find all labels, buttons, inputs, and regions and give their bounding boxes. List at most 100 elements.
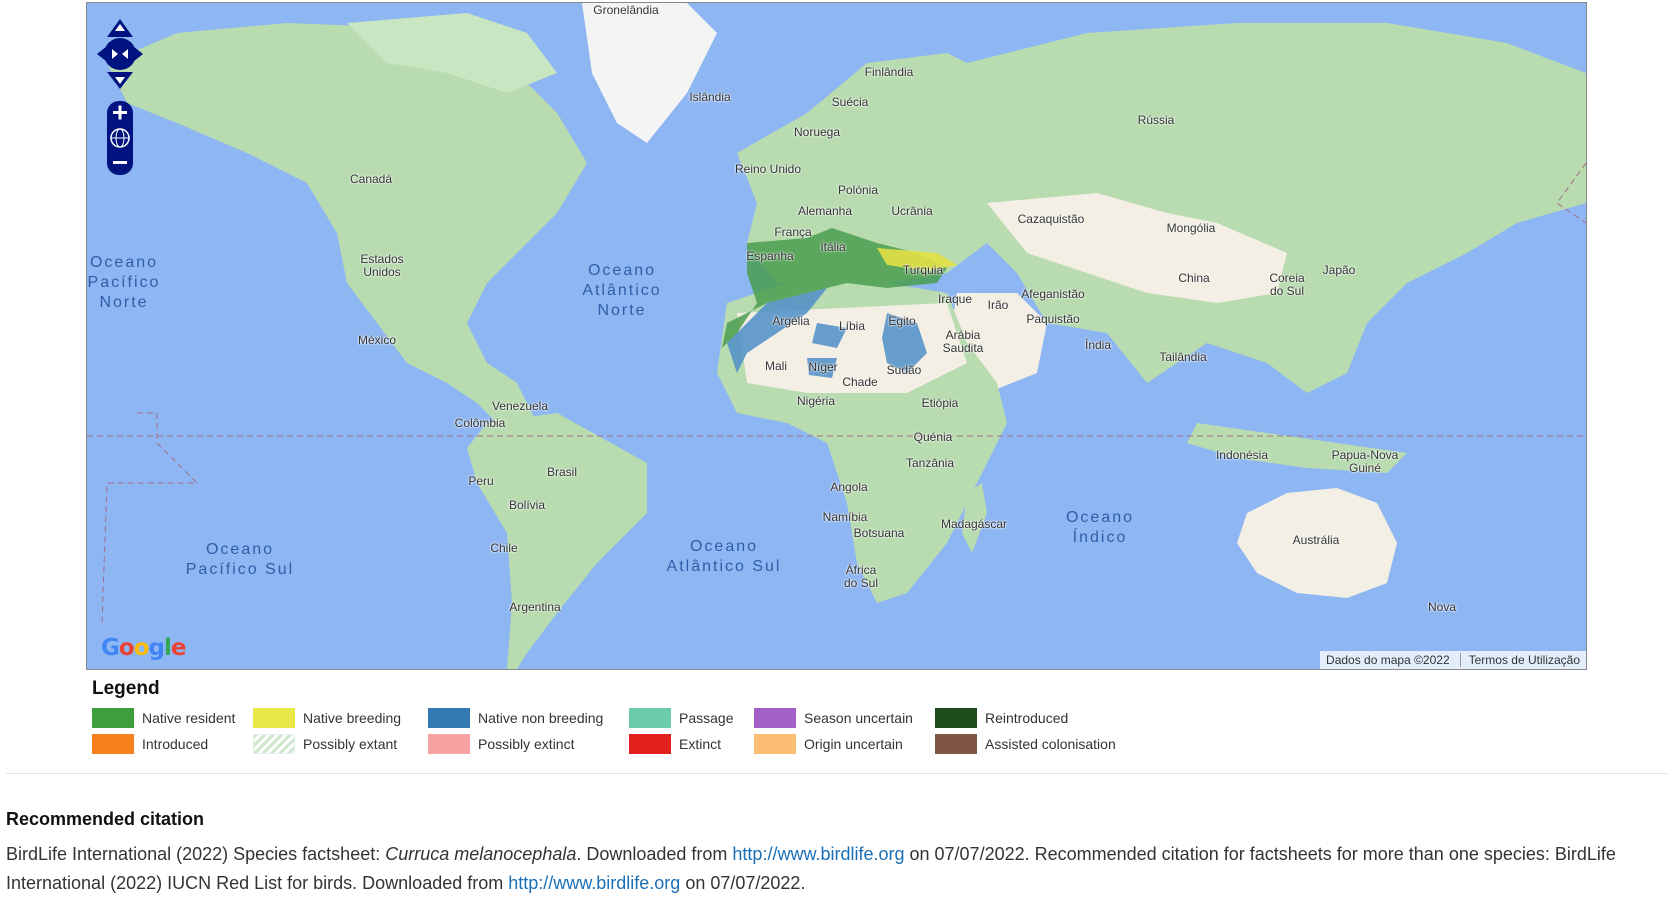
legend-swatch — [253, 708, 295, 728]
label-paquistao: Paquistão — [1026, 312, 1080, 326]
legend-item: Extinct — [629, 734, 754, 754]
legend: Legend Native resident Native breeding Nat… — [92, 678, 1135, 754]
label-mongolia: Mongólia — [1166, 221, 1216, 235]
legend-item: Possibly extant — [253, 734, 428, 754]
label-indonesia: Indonésia — [1215, 448, 1269, 462]
legend-item: Passage — [629, 708, 754, 728]
legend-label: Origin uncertain — [804, 736, 903, 752]
legend-swatch — [428, 708, 470, 728]
legend-label: Introduced — [142, 736, 209, 752]
legend-label: Extinct — [679, 736, 722, 752]
label-islandia: Islândia — [689, 90, 731, 104]
legend-swatch — [92, 734, 134, 754]
legend-swatch — [754, 708, 796, 728]
label-estados-unidos: Estados Unidos — [360, 252, 404, 279]
legend-label: Assisted colonisation — [985, 736, 1116, 752]
label-bolivia: Bolívia — [508, 498, 546, 512]
ocean-pacifico-norte: Oceano Pacífico Norte — [87, 254, 161, 311]
label-nigeria: Nigéria — [796, 394, 836, 408]
map-data-attribution[interactable]: Dados do mapa ©2022 — [1326, 653, 1450, 667]
citation-text: BirdLife International (2022) Species fa… — [6, 844, 1616, 893]
label-nova: Nova — [1427, 600, 1457, 614]
label-colombia: Colômbia — [454, 416, 506, 430]
label-angola: Angola — [830, 480, 868, 494]
label-irao: Irão — [987, 298, 1009, 312]
divider — [6, 773, 1668, 774]
label-noruega: Noruega — [793, 125, 841, 139]
legend-swatch — [253, 734, 295, 754]
label-arabia-saudita: Arábia Saudita — [942, 328, 984, 355]
legend-grid: Native resident Native breeding Native non… — [92, 708, 1135, 754]
google-logo[interactable]: Google — [101, 635, 186, 661]
legend-item: Native resident — [92, 708, 253, 728]
label-etiopia: Etiópia — [921, 396, 959, 410]
label-russia: Rússia — [1137, 113, 1175, 127]
pan-control[interactable] — [95, 17, 145, 92]
label-tanzania: Tanzânia — [905, 456, 955, 470]
label-madagascar: Madagáscar — [940, 517, 1008, 531]
label-mexico: México — [357, 333, 397, 347]
label-sudao: Sudão — [886, 363, 922, 377]
label-chade: Chade — [842, 375, 878, 389]
ocean-atlantico-sul: Oceano Atlântico Sul — [666, 538, 782, 575]
label-niger: Níger — [808, 360, 838, 374]
species-name: Curruca melanocephala — [385, 844, 577, 864]
legend-title: Legend — [92, 678, 160, 699]
legend-item: Reintroduced — [935, 708, 1135, 728]
birdlife-link-1[interactable]: http://www.birdlife.org — [732, 844, 904, 864]
label-india: Índia — [1084, 338, 1112, 352]
legend-swatch — [428, 734, 470, 754]
label-egito: Egito — [888, 314, 916, 328]
ocean-indico: Oceano Índico — [1065, 509, 1135, 546]
citation-heading: Recommended citation — [6, 809, 205, 829]
legend-label: Native non breeding — [478, 710, 604, 726]
citation-section: Recommended citation BirdLife Internatio… — [6, 809, 1671, 898]
zoom-control[interactable] — [106, 101, 134, 175]
label-china: China — [1178, 271, 1210, 285]
legend-label: Possibly extinct — [478, 736, 575, 752]
label-espanha: Espanha — [746, 249, 794, 263]
terms-link[interactable]: Termos de Utilização — [1459, 653, 1580, 667]
label-australia: Austrália — [1292, 533, 1340, 547]
label-finlandia: Finlândia — [864, 65, 914, 79]
legend-label: Season uncertain — [804, 710, 913, 726]
label-peru: Peru — [468, 474, 494, 488]
label-reino-unido: Reino Unido — [734, 162, 802, 176]
label-chile: Chile — [490, 541, 518, 555]
legend-swatch — [935, 708, 977, 728]
label-mali: Mali — [764, 359, 788, 373]
legend-swatch — [629, 708, 671, 728]
legend-label: Reintroduced — [985, 710, 1069, 726]
legend-label: Native resident — [142, 710, 236, 726]
legend-label: Possibly extant — [303, 736, 398, 752]
label-africa-do-sul: África do Sul — [843, 563, 879, 590]
label-cazaquistao: Cazaquistão — [1017, 212, 1085, 226]
label-gronelandia: Gronelândia — [593, 3, 659, 17]
label-suecia: Suécia — [831, 95, 869, 109]
legend-item: Season uncertain — [754, 708, 935, 728]
label-argelia: Argélia — [772, 314, 810, 328]
legend-swatch — [629, 734, 671, 754]
ocean-atlantico-norte: Oceano Atlântico Norte — [582, 262, 662, 319]
label-tailandia: Tailândia — [1159, 350, 1207, 364]
label-japao: Japão — [1322, 263, 1356, 277]
land-greenland — [582, 3, 717, 143]
label-coreia-do-sul: Coreia do Sul — [1269, 271, 1305, 298]
label-argentina: Argentina — [509, 600, 561, 614]
legend-item: Origin uncertain — [754, 734, 935, 754]
dateline — [101, 412, 199, 624]
label-namibia: Namíbia — [822, 510, 868, 524]
label-turquia: Turquia — [902, 263, 944, 277]
legend-item: Introduced — [92, 734, 253, 754]
label-canada: Canadá — [349, 172, 393, 186]
label-quenia: Quénia — [913, 430, 953, 444]
label-botsuana: Botsuana — [853, 526, 905, 540]
legend-label: Passage — [679, 710, 734, 726]
legend-swatch — [92, 708, 134, 728]
legend-item: Assisted colonisation — [935, 734, 1135, 754]
label-ucrania: Ucrânia — [891, 204, 933, 218]
birdlife-link-2[interactable]: http://www.birdlife.org — [508, 873, 680, 893]
legend-item: Native breeding — [253, 708, 428, 728]
legend-item: Possibly extinct — [428, 734, 629, 754]
range-map[interactable]: Gronelândia Islândia Finlândia Suécia No… — [86, 2, 1587, 670]
